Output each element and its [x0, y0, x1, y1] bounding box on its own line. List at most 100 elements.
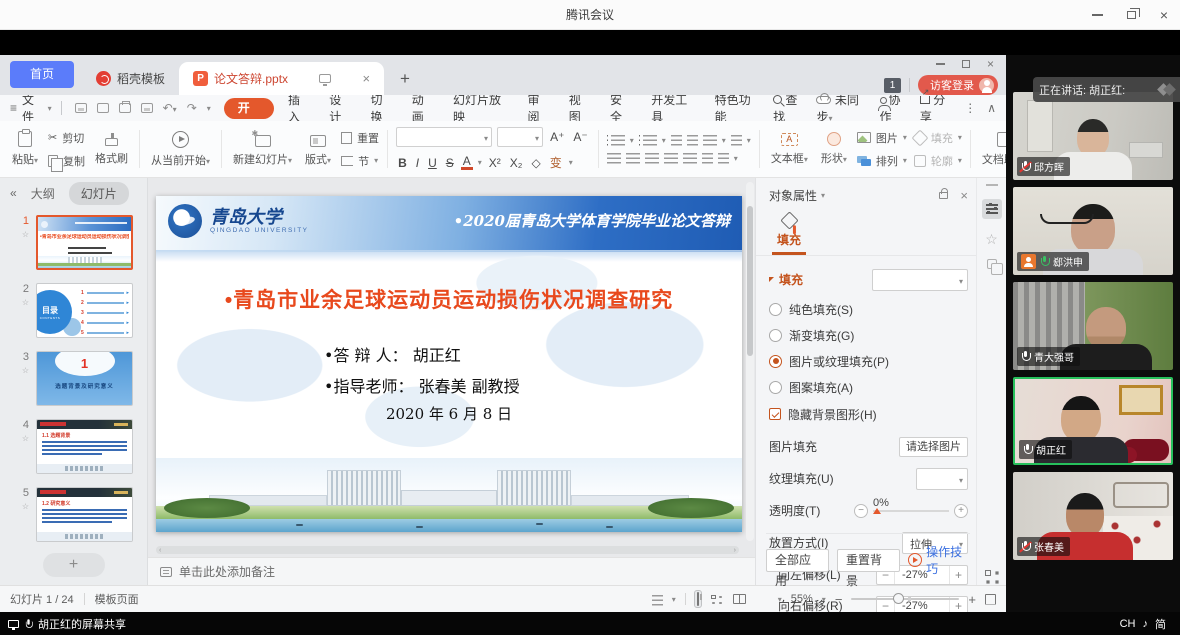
menu-tab-slideshow[interactable]: 幻灯片放映: [448, 91, 514, 125]
align-center-icon[interactable]: [626, 153, 640, 164]
justify-icon[interactable]: [664, 153, 678, 164]
increase-indent-icon[interactable]: [687, 135, 698, 146]
underline-icon[interactable]: U: [426, 156, 439, 170]
reading-view-icon[interactable]: [733, 594, 746, 604]
video-tile-3[interactable]: 青大强哥: [1013, 282, 1173, 370]
radio-pattern-fill[interactable]: 图案填充(A): [769, 379, 968, 396]
print-icon[interactable]: [119, 103, 131, 113]
radio-gradient-fill[interactable]: 渐变填充(G): [769, 327, 968, 344]
docer-tab[interactable]: 稻壳模板: [82, 62, 179, 95]
menu-tab-review[interactable]: 审阅: [522, 91, 554, 125]
choose-picture-button[interactable]: 请选择图片: [899, 437, 968, 457]
selection-panel-icon[interactable]: [987, 259, 997, 269]
paste-button[interactable]: 粘贴▾: [9, 131, 41, 167]
format-painter-button[interactable]: 格式刷: [92, 132, 131, 166]
undo-icon[interactable]: ↶▾: [163, 101, 177, 115]
text-box-button[interactable]: A 文本框▾: [768, 133, 811, 166]
copy-button[interactable]: 复制: [48, 153, 85, 169]
slide-canvas[interactable]: 青岛大学 QINGDAO UNIVERSITY •2020届青岛大学体育学院毕业…: [148, 178, 755, 557]
normal-view-icon[interactable]: [695, 591, 701, 607]
print-preview-icon[interactable]: [141, 103, 153, 113]
outline-button[interactable]: 轮廓▾: [914, 153, 962, 169]
slide-sorter-icon[interactable]: [711, 595, 716, 599]
minimize-icon[interactable]: [1092, 14, 1103, 16]
section-button[interactable]: 节▾: [341, 153, 379, 169]
find-button[interactable]: 查找: [773, 91, 805, 125]
canvas-horizontal-scrollbar[interactable]: ‹›: [156, 546, 739, 554]
notes-toggle-icon[interactable]: [652, 595, 663, 606]
clear-format-icon[interactable]: ◇: [529, 156, 542, 170]
menu-tab-transition[interactable]: 切换: [365, 91, 397, 125]
radio-picture-fill[interactable]: 图片或纹理填充(P): [769, 353, 968, 370]
text-effects-icon[interactable]: 变: [548, 154, 564, 171]
save-icon[interactable]: [75, 103, 87, 113]
align-left-icon[interactable]: [607, 153, 621, 164]
guest-login-button[interactable]: 访客登录: [918, 75, 998, 95]
play-from-current-button[interactable]: 从当前开始▾: [148, 131, 213, 168]
fill-section-header[interactable]: 填充 ▾: [769, 269, 968, 291]
new-tab-button[interactable]: +: [384, 69, 426, 95]
tab-slides[interactable]: 幻灯片: [69, 182, 129, 205]
add-slide-button[interactable]: +: [43, 553, 105, 577]
fit-slide-icon[interactable]: [985, 594, 996, 605]
texture-dropdown[interactable]: ▾: [916, 468, 968, 490]
align-right-icon[interactable]: [645, 153, 659, 164]
line-spacing-icon[interactable]: [702, 153, 713, 164]
cast-icon[interactable]: [319, 71, 331, 86]
menu-tab-devtools[interactable]: 开发工具: [646, 91, 700, 125]
subscript-icon[interactable]: X₂: [508, 156, 525, 170]
restore-icon[interactable]: [1127, 11, 1136, 19]
new-slide-button[interactable]: 新建幻灯片▾: [230, 132, 295, 167]
sync-button[interactable]: 未同步▾: [816, 91, 868, 125]
file-menu[interactable]: ≡ 文件 ▾: [10, 91, 52, 125]
bold-icon[interactable]: B: [396, 156, 409, 170]
strikethrough-icon[interactable]: S: [444, 156, 456, 170]
superscript-icon[interactable]: X²: [487, 156, 503, 170]
notes-bar[interactable]: 单击此处添加备注: [148, 557, 755, 585]
columns-icon[interactable]: [703, 135, 717, 146]
video-tile-2[interactable]: 郄洪申: [1013, 187, 1173, 275]
cut-button[interactable]: ✂剪切: [48, 130, 85, 146]
collapse-panel-icon[interactable]: «: [10, 186, 17, 200]
fill-tab[interactable]: 填充: [769, 214, 809, 255]
text-direction-icon[interactable]: [731, 135, 742, 146]
wps-minimize-icon[interactable]: [936, 63, 945, 65]
redo-icon[interactable]: ↷: [187, 101, 197, 115]
menu-tab-animation[interactable]: 动画: [407, 91, 439, 125]
radio-solid-fill[interactable]: 纯色填充(S): [769, 301, 968, 318]
decrease-indent-icon[interactable]: [671, 135, 682, 146]
canvas-vertical-scrollbar[interactable]: [746, 182, 754, 541]
wps-maximize-icon[interactable]: [962, 60, 970, 68]
close-panel-icon[interactable]: ×: [960, 189, 968, 202]
ime-indicator[interactable]: CH ♪ 简: [1120, 616, 1172, 632]
font-size-combo[interactable]: ▾: [497, 127, 543, 147]
shapes-button[interactable]: 形状▾: [818, 132, 850, 166]
transparency-slider[interactable]: − 0% +: [854, 504, 968, 518]
effects-panel-icon[interactable]: ☆: [985, 232, 998, 246]
menu-tab-start[interactable]: 开始: [224, 98, 274, 119]
collaborate-button[interactable]: 协作: [880, 91, 909, 125]
tab-outline[interactable]: 大纲: [31, 185, 55, 202]
video-tile-5[interactable]: 张春美: [1013, 472, 1173, 560]
italic-icon[interactable]: I: [414, 156, 421, 170]
share-button[interactable]: 分享: [920, 91, 953, 125]
reset-button[interactable]: 重置: [341, 130, 379, 146]
close-icon[interactable]: ×: [1160, 8, 1168, 22]
properties-panel-icon[interactable]: [982, 199, 1002, 219]
font-color-icon[interactable]: A: [461, 155, 473, 170]
arrange-button[interactable]: 排列▾: [857, 153, 907, 169]
slider-plus-icon[interactable]: +: [954, 504, 968, 518]
menu-tab-view[interactable]: 视图: [564, 91, 596, 125]
distribute-icon[interactable]: [683, 153, 697, 164]
layout-button[interactable]: 版式▾: [302, 132, 334, 167]
zoom-in-icon[interactable]: +: [968, 592, 976, 607]
menu-tab-special[interactable]: 特色功能: [710, 91, 764, 125]
menu-tab-design[interactable]: 设计: [324, 91, 356, 125]
fill-button[interactable]: 填充▾: [914, 130, 962, 146]
tab-close-icon[interactable]: ×: [362, 71, 370, 86]
video-tile-4[interactable]: 胡正红: [1013, 377, 1173, 465]
increase-font-icon[interactable]: A⁺: [548, 130, 566, 144]
bullet-list-icon[interactable]: [611, 135, 625, 146]
slide-thumbnail-5[interactable]: 5☆ 1.2 研究意义: [0, 487, 147, 542]
more-options-icon[interactable]: ⋮: [964, 101, 976, 115]
